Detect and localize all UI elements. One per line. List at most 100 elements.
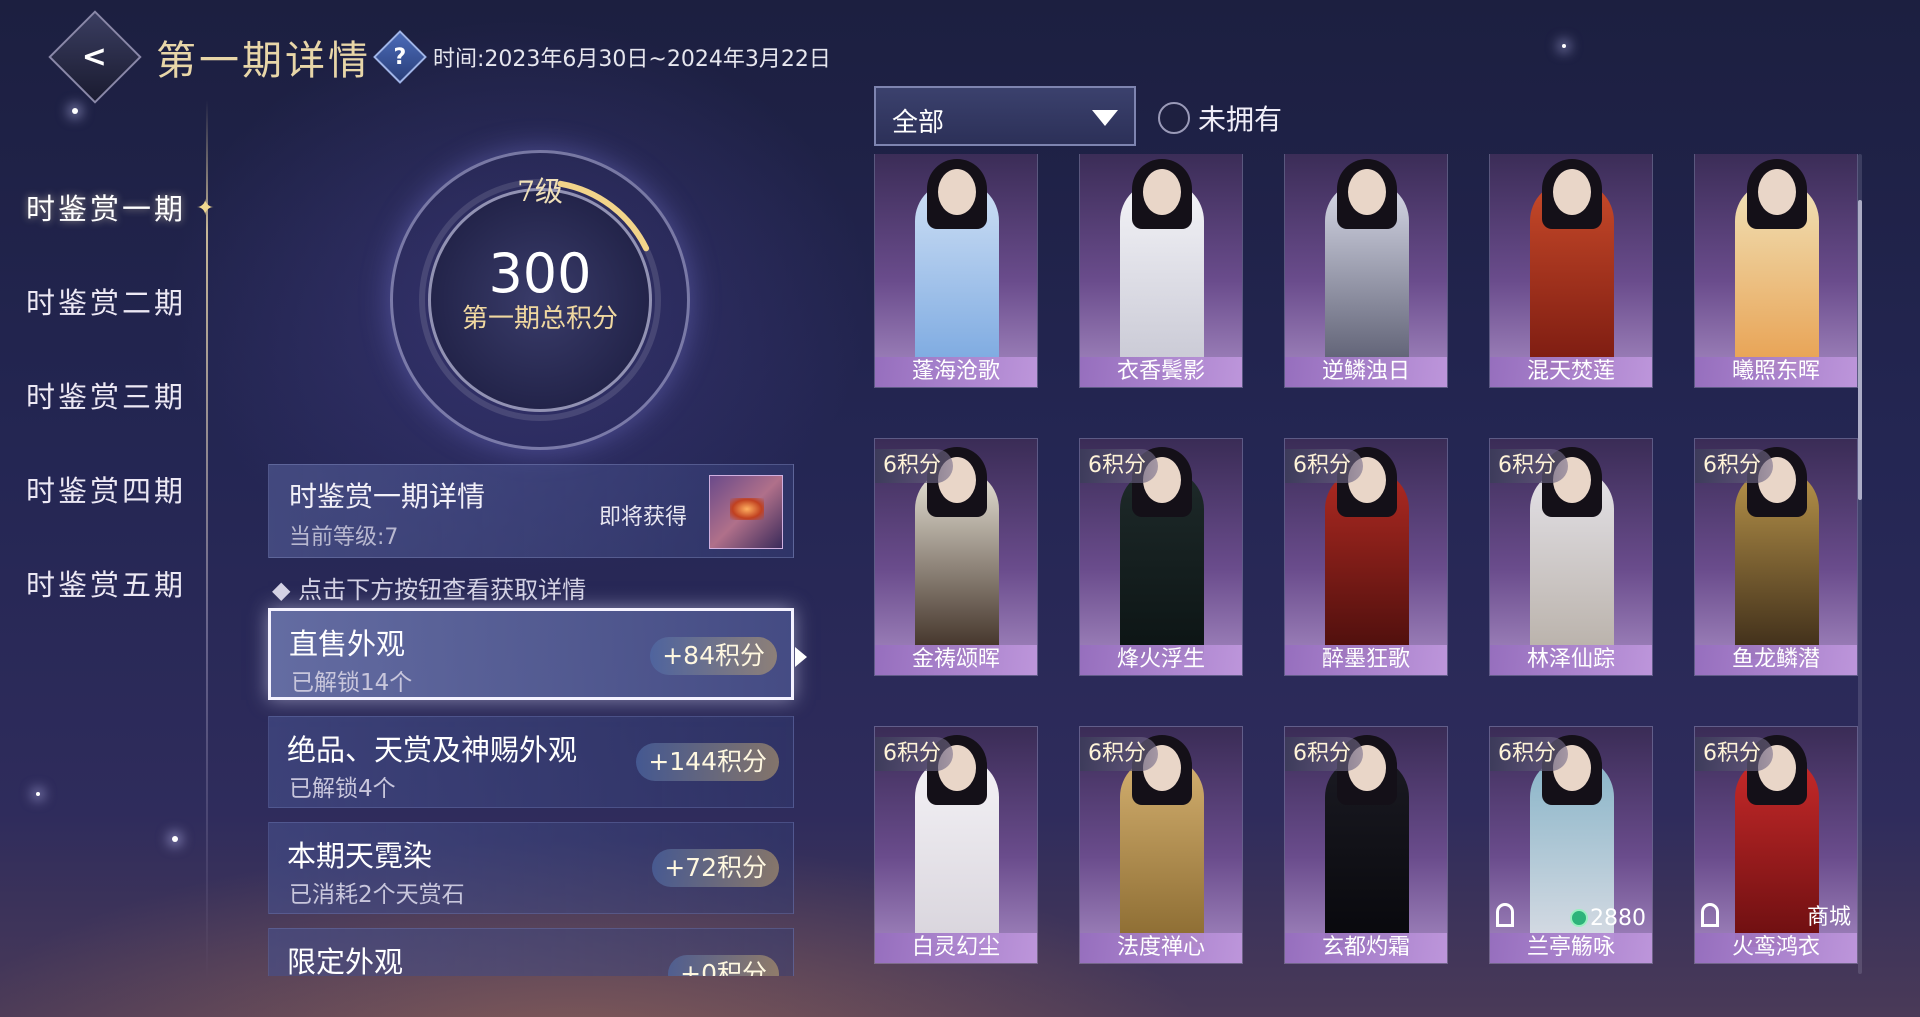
dropdown-arrow-icon bbox=[1092, 110, 1118, 126]
outfit-name: 火鸾鸿衣 bbox=[1695, 933, 1857, 963]
outfit-card[interactable]: 6积分白灵幻尘 bbox=[874, 726, 1038, 964]
nav-item-period-4[interactable]: 时鉴赏四期 bbox=[26, 468, 186, 510]
page-title: 第一期详情 bbox=[156, 38, 371, 84]
points-badge: 6积分 bbox=[1080, 449, 1158, 483]
outfit-grid: 蓬海沧歌 衣香鬓影 逆鳞浊日 混天焚莲 曦照东晖 6积分 金祷颂晖 6积分 烽火浮生 6积分 醉墨狂… bbox=[874, 154, 1864, 974]
outfit-card[interactable]: 蓬海沧歌 bbox=[874, 154, 1038, 388]
character-face bbox=[1758, 169, 1796, 215]
outfit-name: 混天焚莲 bbox=[1490, 357, 1652, 387]
category-limited[interactable]: 限定外观 +0积分 bbox=[268, 928, 794, 976]
star-decoration bbox=[72, 108, 78, 114]
price-label: 2880 bbox=[1570, 906, 1646, 931]
hint-label: 点击下方按钮查看获取详情 bbox=[298, 576, 587, 604]
outfit-card[interactable]: 衣香鬓影 bbox=[1079, 154, 1243, 388]
outfit-card[interactable]: 6积分林泽仙踪 bbox=[1489, 438, 1653, 676]
outfit-card[interactable]: 6积分金祷颂晖 bbox=[874, 438, 1038, 676]
points-badge: 6积分 bbox=[1695, 737, 1773, 771]
outfit-card[interactable]: 6积分鱼龙鳞潜 bbox=[1694, 438, 1858, 676]
help-icon[interactable]: ? bbox=[373, 30, 427, 84]
points-badge: 6积分 bbox=[1080, 737, 1158, 771]
category-points: +0积分 bbox=[668, 955, 779, 976]
back-button[interactable]: < bbox=[48, 10, 142, 104]
nav-item-period-2[interactable]: 时鉴赏二期 bbox=[26, 280, 186, 322]
filter-selected-value: 全部 bbox=[892, 108, 945, 138]
outfit-name: 蓬海沧歌 bbox=[875, 357, 1037, 387]
level-progress-ring: 7级 300 第一期总积分 bbox=[390, 150, 690, 450]
outfit-card[interactable]: 6积分醉墨狂歌 bbox=[1284, 438, 1448, 676]
lock-icon bbox=[1496, 903, 1514, 927]
outfit-name: 白灵幻尘 bbox=[875, 933, 1037, 963]
points-badge: 6积分 bbox=[875, 449, 953, 483]
category-premium[interactable]: 绝品、天赏及神赐外观 已解锁4个 +144积分 bbox=[268, 716, 794, 808]
outfit-card[interactable]: 混天焚莲 bbox=[1489, 154, 1653, 388]
category-points: +84积分 bbox=[650, 637, 777, 675]
outfit-name: 曦照东晖 bbox=[1695, 357, 1857, 387]
points-badge: 6积分 bbox=[1490, 737, 1568, 771]
outfit-name: 林泽仙踪 bbox=[1490, 645, 1652, 675]
outfit-name: 烽火浮生 bbox=[1080, 645, 1242, 675]
character-face bbox=[1553, 169, 1591, 215]
outfit-card[interactable]: 6积分法度禅心 bbox=[1079, 726, 1243, 964]
outfit-name: 衣香鬓影 bbox=[1080, 357, 1242, 387]
level-label: 7级 bbox=[517, 175, 563, 208]
outfit-name: 法度禅心 bbox=[1080, 933, 1242, 963]
nav-item-period-1[interactable]: 时鉴赏一期 bbox=[26, 186, 186, 228]
reward-thumbnail[interactable] bbox=[709, 475, 783, 549]
outfit-name: 鱼龙鳞潜 bbox=[1695, 645, 1857, 675]
category-sub: 已消耗2个天赏石 bbox=[289, 882, 465, 908]
star-decoration bbox=[172, 836, 178, 842]
outfit-card[interactable]: 6积分玄都灼霜 bbox=[1284, 726, 1448, 964]
points-badge: 6积分 bbox=[1285, 449, 1363, 483]
unowned-label: 未拥有 bbox=[1198, 103, 1283, 136]
nav-item-period-5[interactable]: 时鉴赏五期 bbox=[26, 562, 186, 604]
outfit-card[interactable]: 6积分烽火浮生 bbox=[1079, 438, 1243, 676]
character-face bbox=[938, 169, 976, 215]
category-direct-sale[interactable]: 直售外观 已解锁14个 +84积分 bbox=[268, 608, 807, 700]
outfit-card[interactable]: 曦照东晖 bbox=[1694, 154, 1858, 388]
detail-title: 时鉴赏一期详情 bbox=[289, 480, 486, 513]
points-badge: 6积分 bbox=[1695, 449, 1773, 483]
unowned-toggle[interactable]: 未拥有 bbox=[1158, 98, 1282, 138]
lock-icon bbox=[1701, 903, 1719, 927]
points-badge: 6积分 bbox=[875, 737, 953, 771]
outfit-name: 醉墨狂歌 bbox=[1285, 645, 1447, 675]
outfit-card[interactable]: 6积分商城 火鸾鸿衣 bbox=[1694, 726, 1858, 964]
filter-dropdown[interactable]: 全部 bbox=[874, 86, 1136, 146]
nav-divider bbox=[206, 100, 208, 980]
coming-soon-label: 即将获得 bbox=[599, 505, 688, 530]
header: < 第一期详情 ? 时间: 2023年6月30日~2024年3月22日 bbox=[48, 10, 831, 104]
character-face bbox=[1143, 169, 1181, 215]
outfit-name: 兰亭觞咏 bbox=[1490, 933, 1652, 963]
shop-label[interactable]: 商城 bbox=[1807, 899, 1851, 931]
category-title: 本期天霓染 bbox=[287, 839, 433, 873]
total-points-value: 300 bbox=[488, 242, 592, 305]
outfit-name: 金祷颂晖 bbox=[875, 645, 1037, 675]
unowned-checkbox[interactable] bbox=[1158, 102, 1190, 134]
category-title: 限定外观 bbox=[287, 945, 404, 976]
category-sub: 已解锁4个 bbox=[289, 776, 396, 802]
selected-arrow-icon bbox=[795, 647, 807, 667]
category-title: 绝品、天赏及神赐外观 bbox=[287, 733, 578, 767]
category-limited-clip: 限定外观 +0积分 bbox=[268, 928, 794, 976]
outfit-name: 逆鳞浊日 bbox=[1285, 357, 1447, 387]
period-detail-panel[interactable]: 时鉴赏一期详情 当前等级:7 即将获得 bbox=[268, 464, 794, 558]
active-marker-icon: ✦ bbox=[196, 196, 215, 221]
category-points: +144积分 bbox=[636, 743, 779, 781]
outfit-name: 玄都灼霜 bbox=[1285, 933, 1447, 963]
outfit-card[interactable]: 逆鳞浊日 bbox=[1284, 154, 1448, 388]
category-points: +72积分 bbox=[652, 849, 779, 887]
nav-item-period-3[interactable]: 时鉴赏三期 bbox=[26, 374, 186, 416]
points-badge: 6积分 bbox=[1285, 737, 1363, 771]
back-arrow-icon: < bbox=[82, 39, 108, 75]
time-label: 时间: bbox=[433, 47, 485, 72]
category-title: 直售外观 bbox=[289, 627, 406, 661]
total-points-label: 第一期总积分 bbox=[461, 304, 618, 334]
character-face bbox=[1348, 169, 1386, 215]
star-decoration bbox=[36, 792, 40, 796]
scrollbar[interactable] bbox=[1858, 200, 1862, 500]
jade-currency-icon bbox=[1570, 909, 1588, 927]
outfit-card[interactable]: 6积分 2880 兰亭觞咏 bbox=[1489, 726, 1653, 964]
category-dye[interactable]: 本期天霓染 已消耗2个天赏石 +72积分 bbox=[268, 822, 794, 914]
time-value: 2023年6月30日~2024年3月22日 bbox=[484, 47, 831, 72]
points-badge: 6积分 bbox=[1490, 449, 1568, 483]
